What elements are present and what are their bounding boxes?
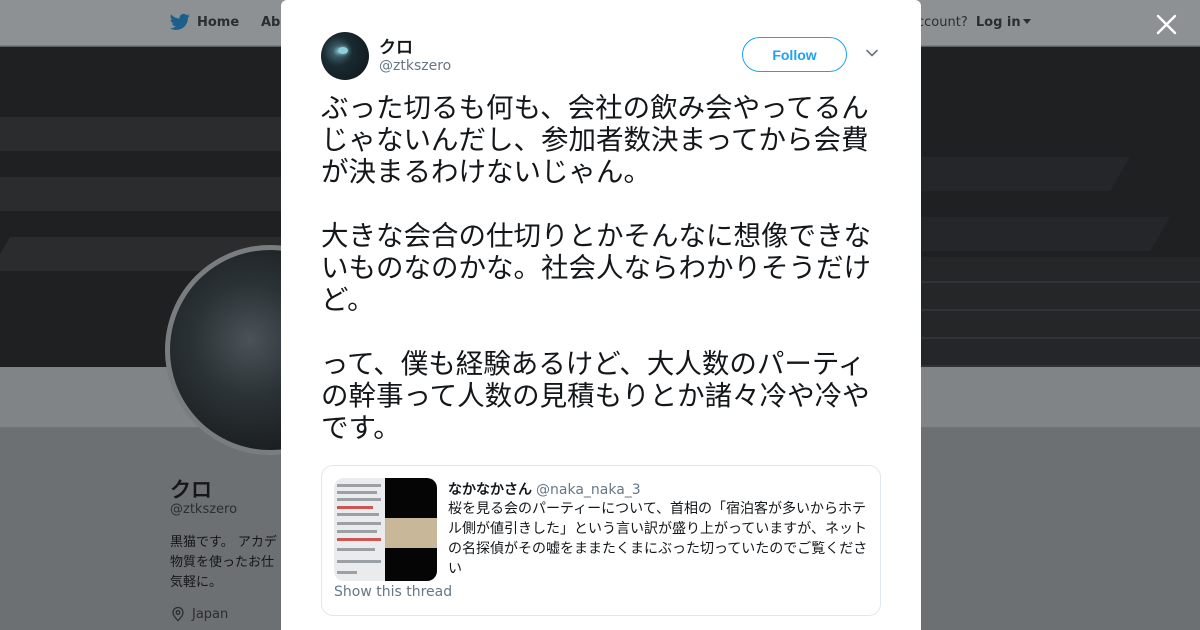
quoted-tweet-card[interactable]: なかなかさん @naka_naka_3 桜を見る会のパーティーについて、首相の「宿… [321, 465, 881, 616]
follow-button[interactable]: Follow [742, 37, 847, 72]
nav-home-link[interactable]: Home [170, 13, 239, 31]
tweet-text: ぶった切るも何も、会社の飲み会やってるんじゃないんだし、参加者数決まってから会費… [321, 92, 883, 444]
quoted-tweet-text: 桜を見る会のパーティーについて、首相の「宿泊客が多いからホテル側が値引きした」と… [448, 501, 868, 577]
caret-down-icon[interactable] [1022, 19, 1031, 24]
author-name[interactable]: クロ [379, 33, 413, 58]
close-icon[interactable] [1155, 13, 1178, 36]
tweet-paragraph: って、僕も経験あるけど、大人数のパーティの幹事って人数の見積もりとか諸々冷や冷や… [321, 348, 870, 444]
location-pin-icon [172, 606, 184, 622]
login-area: ccount? Log in [917, 15, 1031, 30]
quoted-author-handle: @naka_naka_3 [536, 482, 641, 498]
profile-bio: 黒猫です。 アカデ物質を使ったお仕気軽に。 [170, 535, 277, 590]
nav-home-label: Home [197, 14, 240, 30]
account-prompt: ccount? [917, 15, 968, 30]
author-avatar[interactable] [321, 32, 369, 80]
tweet-paragraph: ぶった切るも何も、会社の飲み会やってるんじゃないんだし、参加者数決まってから会費… [321, 92, 869, 188]
quoted-author: なかなかさん @naka_naka_3 [448, 479, 641, 499]
show-thread-link[interactable]: Show this thread [334, 584, 452, 600]
twitter-bird-icon [170, 13, 190, 30]
quoted-author-name: なかなかさん [448, 482, 532, 498]
tweet-modal: クロ @ztkszero Follow ぶった切るも何も、会社の飲み会やってるん… [281, 0, 921, 630]
quoted-tweet-media[interactable] [334, 478, 437, 581]
login-link[interactable]: Log in [976, 15, 1021, 30]
author-handle[interactable]: @ztkszero [379, 58, 451, 74]
profile-location-text: Japan [192, 606, 229, 622]
profile-location: Japan [170, 606, 228, 622]
chevron-down-icon[interactable] [865, 48, 879, 58]
profile-handle: @ztkszero [170, 502, 238, 517]
profile-name: クロ [170, 478, 212, 502]
tweet-paragraph: 大きな会合の仕切りとかそんなに想像できないものなのかな。社会人ならわかりそうだけ… [321, 220, 871, 316]
